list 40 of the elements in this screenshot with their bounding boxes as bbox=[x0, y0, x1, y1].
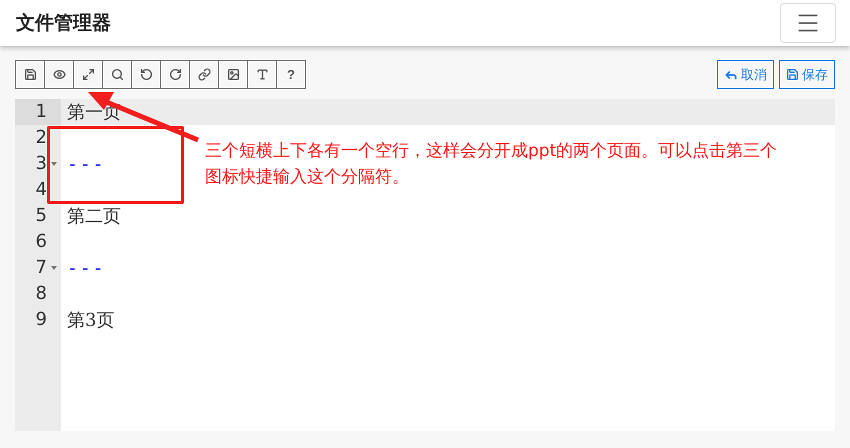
line-number: 8 bbox=[36, 283, 47, 305]
save-icon bbox=[24, 68, 36, 81]
separator-line: --- bbox=[67, 258, 106, 278]
line-number: 7 bbox=[36, 257, 47, 279]
toolbar-button[interactable] bbox=[131, 60, 161, 89]
app-title: 文件管理器 bbox=[16, 11, 111, 36]
fold-icon[interactable] bbox=[51, 162, 57, 166]
toolbar-button[interactable] bbox=[15, 60, 45, 89]
save-icon bbox=[786, 68, 799, 81]
annotation-text: 三个短横上下各有一个空行，这样会分开成ppt的两个页面。可以点击第三个图标快捷输入这个分隔符。 bbox=[205, 140, 778, 189]
line-number: 9 bbox=[36, 309, 47, 331]
line-number: 4 bbox=[36, 179, 47, 201]
fold-icon[interactable] bbox=[51, 266, 57, 270]
toolbar-button[interactable] bbox=[189, 60, 219, 89]
eye-icon bbox=[52, 68, 66, 81]
help-button[interactable]: ? bbox=[276, 60, 306, 89]
toolbar-button[interactable] bbox=[102, 60, 132, 89]
save-button[interactable]: 保存 bbox=[779, 60, 835, 89]
line-number: 1 bbox=[36, 101, 47, 123]
toolbar-button[interactable] bbox=[73, 60, 103, 89]
line-number: 2 bbox=[36, 127, 47, 149]
toolbar-button[interactable] bbox=[218, 60, 248, 89]
toolbar-button[interactable] bbox=[247, 60, 277, 89]
separator-line: --- bbox=[67, 154, 106, 174]
menu-button[interactable] bbox=[780, 3, 836, 43]
toolbar-button[interactable] bbox=[44, 60, 74, 89]
code-line: 第3页 bbox=[67, 309, 114, 332]
line-number: 3 bbox=[36, 153, 47, 175]
line-number: 5 bbox=[36, 205, 47, 227]
cancel-button[interactable]: 取消 bbox=[717, 60, 774, 89]
search-icon bbox=[110, 68, 124, 81]
text-icon bbox=[256, 68, 268, 81]
code-line: 第二页 bbox=[67, 205, 121, 228]
expand-icon bbox=[82, 68, 94, 81]
image-icon bbox=[226, 68, 240, 81]
redo-icon bbox=[168, 68, 182, 81]
line-number: 6 bbox=[36, 231, 47, 253]
undo-icon bbox=[140, 68, 152, 81]
toolbar-button[interactable] bbox=[160, 60, 190, 89]
link-icon bbox=[198, 68, 210, 81]
